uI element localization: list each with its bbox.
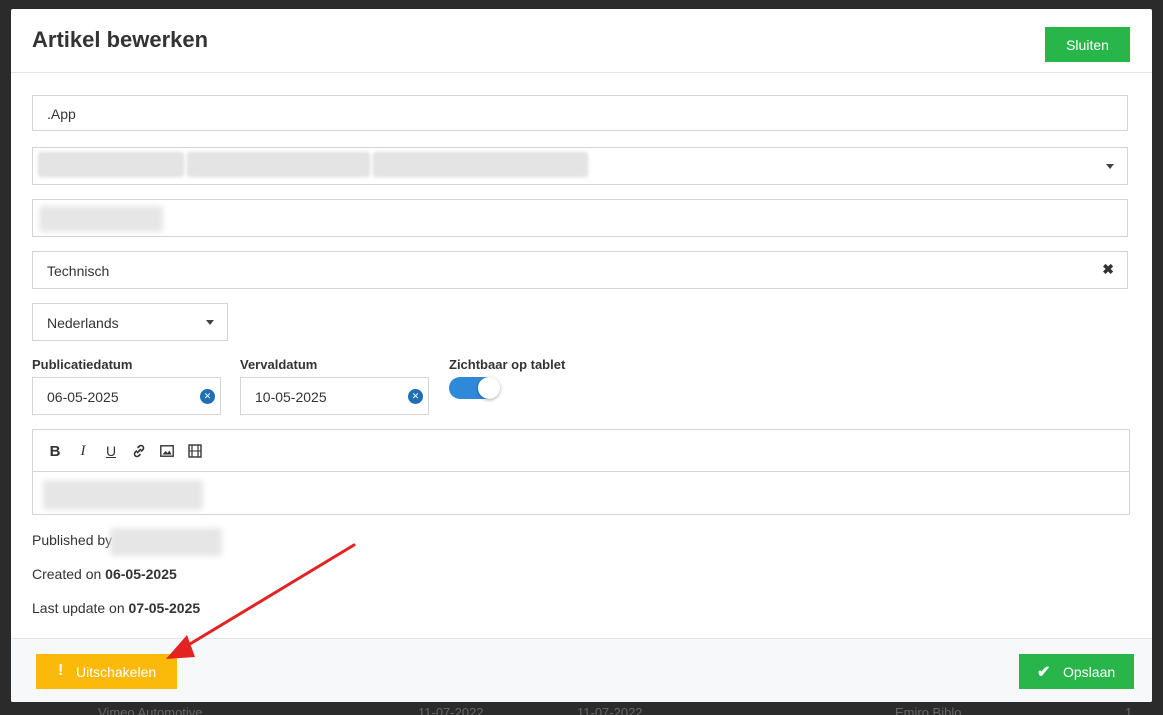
exclamation-icon: ! xyxy=(58,662,64,679)
selected-tag[interactable] xyxy=(187,152,370,177)
selected-tag[interactable] xyxy=(38,152,184,177)
last-update-date: 07-05-2025 xyxy=(128,600,201,616)
save-button[interactable]: ✔ Opslaan xyxy=(1019,654,1134,689)
save-button-label: Opslaan xyxy=(1063,664,1116,680)
article-title-value: .App xyxy=(47,106,76,122)
publication-date-label: Publicatiedatum xyxy=(32,357,133,372)
expiry-date-label: Vervaldatum xyxy=(240,357,318,372)
published-by-line: Published by xyxy=(32,532,112,548)
chevron-down-icon[interactable] xyxy=(206,320,214,325)
underline-icon[interactable]: U xyxy=(102,442,120,460)
category-value: Technisch xyxy=(47,263,110,279)
publication-date-value: 06-05-2025 xyxy=(47,389,119,405)
expiry-date-input[interactable]: 10-05-2025 ✕ xyxy=(240,377,429,415)
publication-date-input[interactable]: 06-05-2025 ✕ xyxy=(32,377,221,415)
clear-icon[interactable]: ✕ xyxy=(408,389,423,404)
redacted-value xyxy=(39,206,163,232)
close-button[interactable]: Sluiten xyxy=(1045,27,1130,62)
redacted-author xyxy=(110,528,222,556)
disable-button[interactable]: ! Uitschakelen xyxy=(36,654,177,689)
background-cell: 1 xyxy=(1125,705,1133,715)
background-cell: 11-07-2022 xyxy=(418,705,484,715)
bold-icon[interactable]: B xyxy=(46,442,64,460)
image-icon[interactable] xyxy=(158,442,176,460)
modal-header: Artikel bewerken Sluiten xyxy=(11,9,1152,73)
created-on-label: Created on xyxy=(32,566,106,582)
language-value: Nederlands xyxy=(47,315,119,331)
author-input[interactable] xyxy=(32,199,1128,237)
disable-button-label: Uitschakelen xyxy=(76,664,157,680)
close-icon[interactable]: ✖ xyxy=(1102,261,1114,278)
tablet-visible-label: Zichtbaar op tablet xyxy=(449,357,566,372)
modal-footer: ! Uitschakelen ✔ Opslaan xyxy=(11,638,1152,702)
modal-title: Artikel bewerken xyxy=(32,27,209,52)
italic-icon[interactable]: I xyxy=(74,442,92,460)
last-update-label: Last update on xyxy=(32,600,129,616)
checkmark-icon: ✔ xyxy=(1037,664,1051,681)
edit-article-modal: Artikel bewerken Sluiten .App Technisch … xyxy=(11,9,1152,702)
clear-icon[interactable]: ✕ xyxy=(200,389,215,404)
background-cell: 11-07-2022 xyxy=(577,705,643,715)
link-icon[interactable] xyxy=(130,442,148,460)
background-cell: Emiro Biblo xyxy=(895,705,962,715)
rich-text-editor[interactable]: B I U xyxy=(32,429,1130,515)
expiry-date-value: 10-05-2025 xyxy=(255,389,327,405)
audience-multiselect[interactable] xyxy=(32,147,1128,185)
tablet-visible-toggle[interactable] xyxy=(449,377,500,399)
redacted-content xyxy=(43,480,203,510)
chevron-down-icon[interactable] xyxy=(1106,164,1114,169)
editor-toolbar: B I U xyxy=(33,430,1129,472)
article-title-input[interactable]: .App xyxy=(32,95,1128,131)
category-select[interactable]: Technisch ✖ xyxy=(32,251,1128,289)
language-select[interactable]: Nederlands xyxy=(32,303,228,341)
background-table-row: Vimeo Automotive 11-07-2022 11-07-2022 E… xyxy=(0,705,1163,715)
created-on-date: 06-05-2025 xyxy=(105,566,177,582)
last-update-line: Last update on 07-05-2025 xyxy=(32,600,200,616)
created-on-line: Created on 06-05-2025 xyxy=(32,566,177,582)
background-cell: Vimeo Automotive xyxy=(98,705,203,715)
selected-tag[interactable] xyxy=(373,152,588,177)
published-by-label: Published by xyxy=(32,532,113,548)
video-icon[interactable] xyxy=(186,442,204,460)
toggle-knob xyxy=(478,377,500,399)
